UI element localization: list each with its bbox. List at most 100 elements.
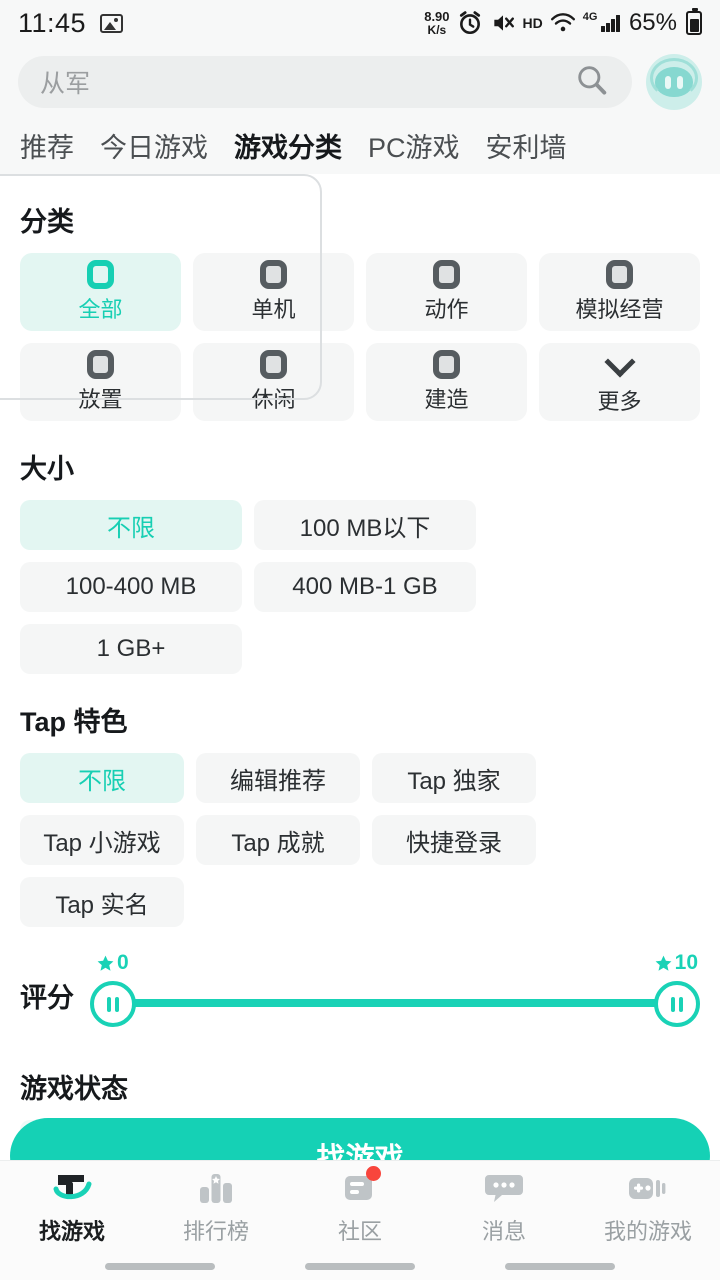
- network-type-label: 4G: [582, 11, 598, 23]
- wifi-icon: [550, 12, 576, 34]
- category-chip-label: 放置: [78, 387, 123, 412]
- taptap-logo[interactable]: [646, 54, 702, 110]
- category-chip-more[interactable]: 更多: [539, 343, 700, 421]
- rounded-square-icon: [433, 350, 460, 379]
- size-chip-over-1gb[interactable]: 1 GB+: [20, 624, 242, 674]
- search-placeholder: 从军: [40, 70, 91, 98]
- status-bar: 11:45 8.90 K/s HD 4G 65%: [0, 0, 720, 46]
- rating-slider[interactable]: 0 10: [90, 949, 700, 1041]
- feature-chip-row: 不限 编辑推荐 Tap 独家 Tap 小游戏 Tap 成就 快捷登录 Tap 实…: [0, 753, 720, 927]
- category-chip-label: 模拟经营: [575, 297, 664, 322]
- category-chip-casual[interactable]: 休闲: [193, 343, 354, 421]
- size-chip-400mb-1gb[interactable]: 400 MB-1 GB: [254, 562, 476, 612]
- nav-item-label: 消息: [481, 1219, 526, 1244]
- tab-recommend[interactable]: 推荐: [20, 126, 74, 167]
- network-speed-unit: K/s: [427, 23, 447, 37]
- network-speed: 8.90 K/s: [424, 10, 449, 36]
- rank-chart-icon: [193, 1168, 239, 1208]
- size-chip-under-100mb[interactable]: 100 MB以下: [254, 500, 476, 550]
- category-chip-action[interactable]: 动作: [366, 253, 527, 331]
- size-chip-unlimited[interactable]: 不限: [20, 500, 242, 550]
- rounded-square-icon: [260, 350, 287, 379]
- rating-max-caption: 10: [654, 951, 698, 975]
- rating-slider-handle-max[interactable]: [654, 981, 700, 1027]
- mute-icon: [490, 10, 516, 36]
- category-chip-label: 休闲: [251, 387, 296, 412]
- chevron-down-icon: [603, 345, 636, 378]
- star-icon: [97, 955, 114, 971]
- battery-icon: [686, 8, 702, 35]
- rating-min-caption: 0: [96, 951, 129, 975]
- feature-chip-tap-minigame[interactable]: Tap 小游戏: [20, 815, 184, 865]
- battery-percent: 65%: [628, 9, 677, 36]
- feature-chip-quick-login[interactable]: 快捷登录: [372, 815, 536, 865]
- section-title-feature: Tap 特色: [20, 707, 128, 737]
- section-title-game-status: 游戏状态: [20, 1074, 128, 1104]
- rating-slider-handle-min[interactable]: [90, 981, 136, 1027]
- section-title-size: 大小: [20, 454, 74, 484]
- nav-item-label: 找游戏: [38, 1219, 105, 1244]
- alarm-icon: [457, 10, 483, 36]
- search-row: 从军: [0, 46, 720, 118]
- my-games-icon: [625, 1168, 671, 1208]
- rounded-square-icon: [260, 260, 287, 289]
- tab-recommend-wall[interactable]: 安利墙: [486, 126, 567, 167]
- hd-icon: HD: [522, 15, 543, 31]
- feature-chip-editor-pick[interactable]: 编辑推荐: [196, 753, 360, 803]
- rating-max-value: 10: [674, 951, 698, 974]
- feature-chip-tap-exclusive[interactable]: Tap 独家: [372, 753, 536, 803]
- category-chip-idle[interactable]: 放置: [20, 343, 181, 421]
- rounded-square-icon: [606, 260, 633, 289]
- section-title-rating: 评分: [20, 982, 74, 1013]
- rounded-square-icon: [87, 350, 114, 379]
- notification-badge: [366, 1166, 381, 1181]
- rounded-square-icon: [87, 260, 114, 289]
- category-chip-all[interactable]: 全部: [20, 253, 181, 331]
- status-time: 11:45: [18, 7, 87, 38]
- top-tab-bar: 推荐 今日游戏 游戏分类 PC游戏 安利墙: [0, 118, 720, 174]
- logo-arc: [650, 58, 698, 98]
- nav-item-community[interactable]: 社区: [288, 1161, 432, 1253]
- size-chip-100-400mb[interactable]: 100-400 MB: [20, 562, 242, 612]
- category-chip-label: 动作: [424, 297, 469, 322]
- image-icon: [100, 13, 124, 33]
- find-game-icon: [49, 1168, 95, 1208]
- community-icon: [337, 1166, 383, 1208]
- category-chip-building[interactable]: 建造: [366, 343, 527, 421]
- feature-chip-tap-realname[interactable]: Tap 实名: [20, 877, 184, 927]
- nav-item-ranking[interactable]: 排行榜: [144, 1161, 288, 1253]
- rating-filter: 评分 0 10: [0, 949, 720, 1041]
- search-icon[interactable]: [574, 62, 610, 103]
- rounded-square-icon: [433, 260, 460, 289]
- tab-today-games[interactable]: 今日游戏: [100, 126, 208, 167]
- filter-panel: 分类 全部 单机 动作 模拟经营 放置 休闲 建造 更多 大小 不限 100 M…: [0, 174, 720, 1160]
- nav-item-find-game[interactable]: 找游戏: [0, 1161, 144, 1253]
- category-chip-label: 全部: [78, 297, 123, 322]
- bottom-nav-bar: 找游戏 排行榜 社区 消息 我的游戏: [0, 1160, 720, 1280]
- tab-pc-games[interactable]: PC游戏: [368, 126, 460, 167]
- nav-item-my-games[interactable]: 我的游戏: [576, 1161, 720, 1253]
- star-icon: [655, 955, 672, 971]
- category-chip-simulation[interactable]: 模拟经营: [539, 253, 700, 331]
- gesture-nav-bar: [0, 1263, 720, 1270]
- category-chip-label: 建造: [424, 387, 469, 412]
- nav-item-label: 社区: [337, 1219, 382, 1244]
- category-grid: 全部 单机 动作 模拟经营 放置 休闲 建造 更多: [0, 253, 720, 421]
- section-title-category: 分类: [20, 207, 74, 237]
- nav-item-messages[interactable]: 消息: [432, 1161, 576, 1253]
- network-speed-value: 8.90: [424, 9, 450, 24]
- rating-min-value: 0: [117, 951, 129, 974]
- bottom-nav: 找游戏 排行榜 社区 消息 我的游戏: [0, 1161, 720, 1253]
- category-chip-label: 单机: [251, 297, 296, 322]
- nav-item-label: 我的游戏: [603, 1219, 692, 1244]
- category-chip-single-player[interactable]: 单机: [193, 253, 354, 331]
- feature-chip-tap-achievement[interactable]: Tap 成就: [196, 815, 360, 865]
- category-chip-label: 更多: [597, 388, 642, 414]
- feature-chip-unlimited[interactable]: 不限: [20, 753, 184, 803]
- search-input[interactable]: 从军: [18, 56, 632, 108]
- message-icon: [481, 1168, 527, 1208]
- size-chip-row: 不限 100 MB以下 100-400 MB 400 MB-1 GB 1 GB+: [0, 500, 720, 674]
- nav-item-label: 排行榜: [182, 1219, 249, 1244]
- tab-game-categories[interactable]: 游戏分类: [231, 126, 345, 167]
- rating-slider-track: [118, 999, 672, 1007]
